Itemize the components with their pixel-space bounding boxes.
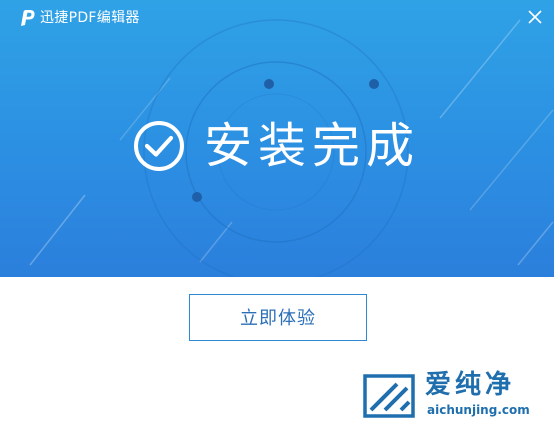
ring-dot — [264, 79, 274, 89]
start-experience-button[interactable]: 立即体验 — [189, 294, 367, 341]
check-circle-icon — [134, 121, 184, 171]
square-logo-icon — [363, 374, 415, 418]
watermark-logo: 爱纯净 aichunjing.com — [361, 370, 549, 420]
ring-dot — [369, 79, 379, 89]
installer-window: 迅捷PDF编辑器 安装完成 立即体验 爱纯净 aichunjing.com — [0, 0, 554, 425]
pdf-p-logo-icon — [21, 10, 35, 26]
header-banner: 迅捷PDF编辑器 安装完成 — [0, 0, 554, 277]
watermark-title: 爱纯净 — [425, 370, 516, 400]
app-title: 迅捷PDF编辑器 — [40, 10, 140, 26]
close-button[interactable] — [524, 6, 546, 28]
ring-dot — [192, 192, 202, 202]
install-complete-message: 安装完成 — [132, 113, 420, 179]
watermark-url: aichunjing.com — [427, 403, 530, 417]
title-bar[interactable]: 迅捷PDF编辑器 — [0, 0, 554, 34]
close-icon — [528, 10, 542, 24]
status-text: 安装完成 — [204, 118, 421, 174]
